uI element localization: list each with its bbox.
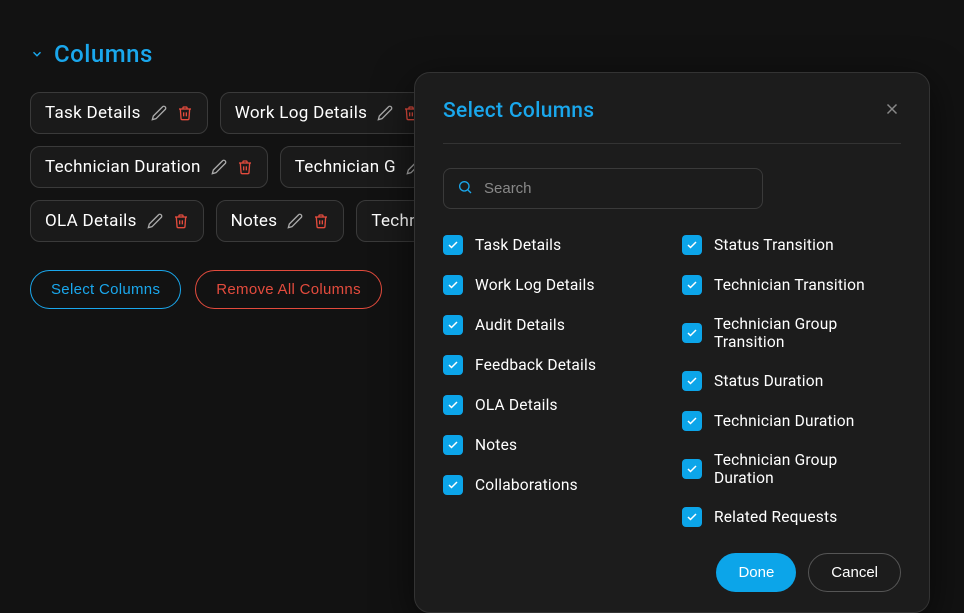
- list-item: Task Details: [443, 235, 662, 255]
- checkbox-label: Technician Transition: [714, 276, 865, 294]
- pencil-icon[interactable]: [287, 213, 303, 229]
- checkbox-label: Task Details: [475, 236, 561, 254]
- pencil-icon[interactable]: [377, 105, 393, 121]
- checkbox-label: Audit Details: [475, 316, 565, 334]
- list-item: Work Log Details: [443, 275, 662, 295]
- chip-label: Task Details: [45, 103, 141, 123]
- column-chip: Notes: [216, 200, 345, 242]
- search-wrapper: [443, 168, 763, 209]
- chevron-down-icon[interactable]: [30, 47, 44, 61]
- list-item: OLA Details: [443, 395, 662, 415]
- checkbox-label: Status Duration: [714, 372, 824, 390]
- checkbox-label: Technician Duration: [714, 412, 855, 430]
- search-input[interactable]: [443, 168, 763, 209]
- list-item: Technician Group Transition: [682, 315, 901, 351]
- checkbox-label: OLA Details: [475, 396, 558, 414]
- list-item: Feedback Details: [443, 355, 662, 375]
- list-item: Audit Details: [443, 315, 662, 335]
- checkbox-label: Collaborations: [475, 476, 578, 494]
- checkbox[interactable]: [443, 435, 463, 455]
- chip-label: Technician Duration: [45, 157, 201, 177]
- checkbox-label: Technician Group Duration: [714, 451, 901, 487]
- pencil-icon[interactable]: [211, 159, 227, 175]
- trash-icon[interactable]: [313, 213, 329, 229]
- chip-label: Notes: [231, 211, 278, 231]
- cancel-button[interactable]: Cancel: [808, 553, 901, 592]
- list-item: Technician Duration: [682, 411, 901, 431]
- column-list-right: Status Transition Technician Transition Te…: [682, 235, 901, 527]
- checkbox[interactable]: [443, 475, 463, 495]
- checkbox[interactable]: [443, 355, 463, 375]
- checkbox[interactable]: [682, 459, 702, 479]
- checkbox-label: Technician Group Transition: [714, 315, 901, 351]
- list-item: Technician Transition: [682, 275, 901, 295]
- list-item: Technician Group Duration: [682, 451, 901, 487]
- columns-grid: Task Details Work Log Details Audit Detail…: [443, 235, 901, 527]
- checkbox[interactable]: [443, 315, 463, 335]
- close-icon[interactable]: [883, 100, 901, 122]
- trash-icon[interactable]: [173, 213, 189, 229]
- list-item: Status Transition: [682, 235, 901, 255]
- checkbox[interactable]: [443, 395, 463, 415]
- column-chip: Technician Duration: [30, 146, 268, 188]
- list-item: Notes: [443, 435, 662, 455]
- chip-label: Technician G: [295, 157, 396, 177]
- trash-icon[interactable]: [177, 105, 193, 121]
- column-chip: Task Details: [30, 92, 208, 134]
- checkbox[interactable]: [443, 275, 463, 295]
- chip-label: Work Log Details: [235, 103, 368, 123]
- checkbox-label: Status Transition: [714, 236, 834, 254]
- search-icon: [457, 179, 473, 199]
- checkbox[interactable]: [682, 507, 702, 527]
- trash-icon[interactable]: [237, 159, 253, 175]
- checkbox-label: Feedback Details: [475, 356, 596, 374]
- section-title: Columns: [54, 40, 153, 68]
- checkbox[interactable]: [682, 323, 702, 343]
- section-header: Columns: [30, 40, 934, 68]
- list-item: Collaborations: [443, 475, 662, 495]
- checkbox[interactable]: [682, 235, 702, 255]
- done-button[interactable]: Done: [716, 553, 796, 592]
- checkbox-label: Related Requests: [714, 508, 837, 526]
- column-chip: OLA Details: [30, 200, 204, 242]
- list-item: Status Duration: [682, 371, 901, 391]
- list-item: Related Requests: [682, 507, 901, 527]
- column-chip: Work Log Details: [220, 92, 435, 134]
- column-list-left: Task Details Work Log Details Audit Detail…: [443, 235, 662, 527]
- modal-header: Select Columns: [443, 99, 901, 144]
- checkbox[interactable]: [443, 235, 463, 255]
- checkbox-label: Work Log Details: [475, 276, 595, 294]
- remove-all-columns-button[interactable]: Remove All Columns: [195, 270, 382, 309]
- chip-label: OLA Details: [45, 211, 137, 231]
- checkbox[interactable]: [682, 371, 702, 391]
- pencil-icon[interactable]: [147, 213, 163, 229]
- modal-title: Select Columns: [443, 99, 594, 123]
- checkbox[interactable]: [682, 411, 702, 431]
- select-columns-modal: Select Columns Task Details Work Log Deta…: [414, 72, 930, 613]
- checkbox[interactable]: [682, 275, 702, 295]
- modal-footer: Done Cancel: [443, 553, 901, 592]
- checkbox-label: Notes: [475, 436, 517, 454]
- pencil-icon[interactable]: [151, 105, 167, 121]
- select-columns-button[interactable]: Select Columns: [30, 270, 181, 309]
